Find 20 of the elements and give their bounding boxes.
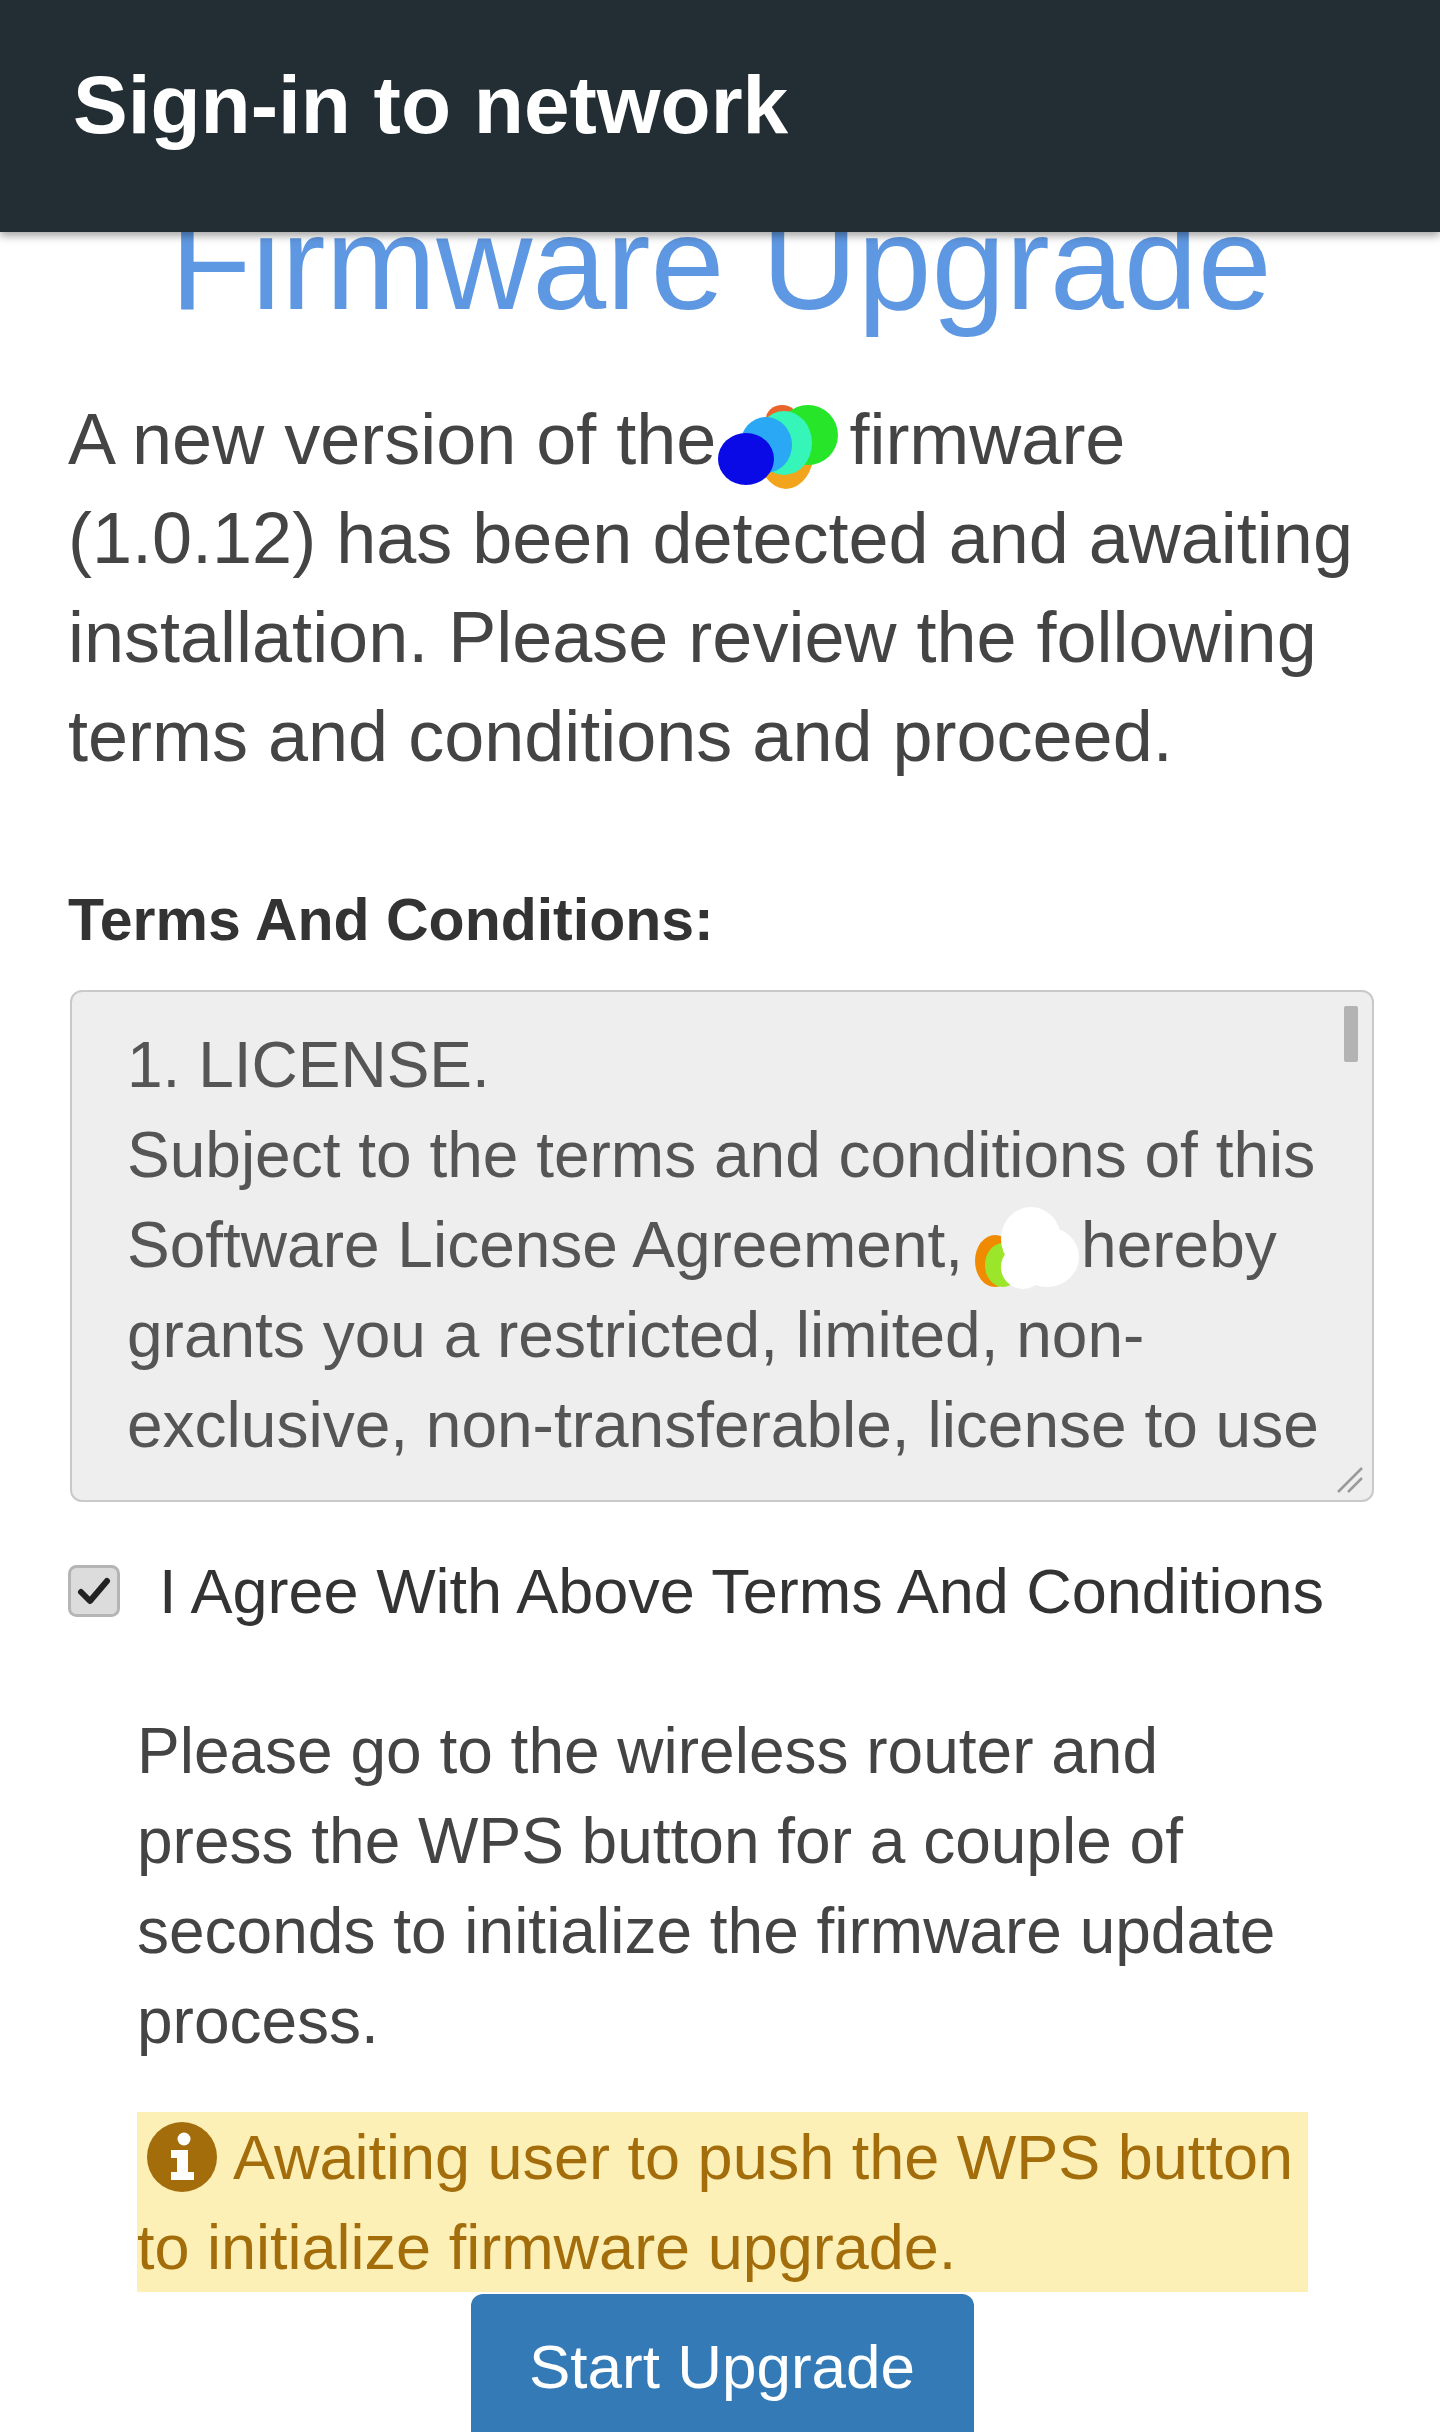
agree-checkbox[interactable] (68, 1565, 120, 1617)
license-text: Software License Agreement, (127, 1208, 964, 1283)
agree-label[interactable]: I Agree With Above Terms And Conditions (159, 1546, 1324, 1636)
info-icon (147, 2122, 217, 2192)
license-textarea[interactable]: 1. LICENSE. Subject to the terms and conditions of this Software License Agreement, hereby grants you a restricted, limited, non-exclusive, non-transferable, license to use (70, 990, 1374, 1502)
license-text: hereby (1081, 1208, 1277, 1283)
intro-text: A new version of the (68, 398, 717, 481)
license-text: Subject to the terms and conditions of this (127, 1119, 1316, 1191)
alert-message: to initialize firmware upgrade. (137, 2211, 957, 2284)
scrollbar-thumb[interactable] (1344, 1006, 1358, 1062)
app-bar-title: Sign-in to network (73, 58, 789, 152)
resize-grip-icon[interactable] (1336, 1466, 1364, 1494)
intro-text: firmware (849, 398, 1126, 481)
license-heading: 1. LICENSE. (127, 1029, 490, 1101)
alert-message: Awaiting user to push the WPS button (233, 2121, 1293, 2194)
terms-label: Terms And Conditions: (68, 886, 714, 955)
instructions-text: Please go to the wireless router and press the WPS button for a couple of seconds to initialize the firmware update process. (137, 1714, 1277, 2059)
intro-text: (1.0.12) has been detected and awaiting installation. Please review the following terms and conditions and proceed. (68, 497, 1354, 778)
start-upgrade-button[interactable]: Start Upgrade (470, 2294, 974, 2432)
license-text: grants you a restricted, limited, non-exclusive, non-transferable, license to use (127, 1298, 1320, 1463)
